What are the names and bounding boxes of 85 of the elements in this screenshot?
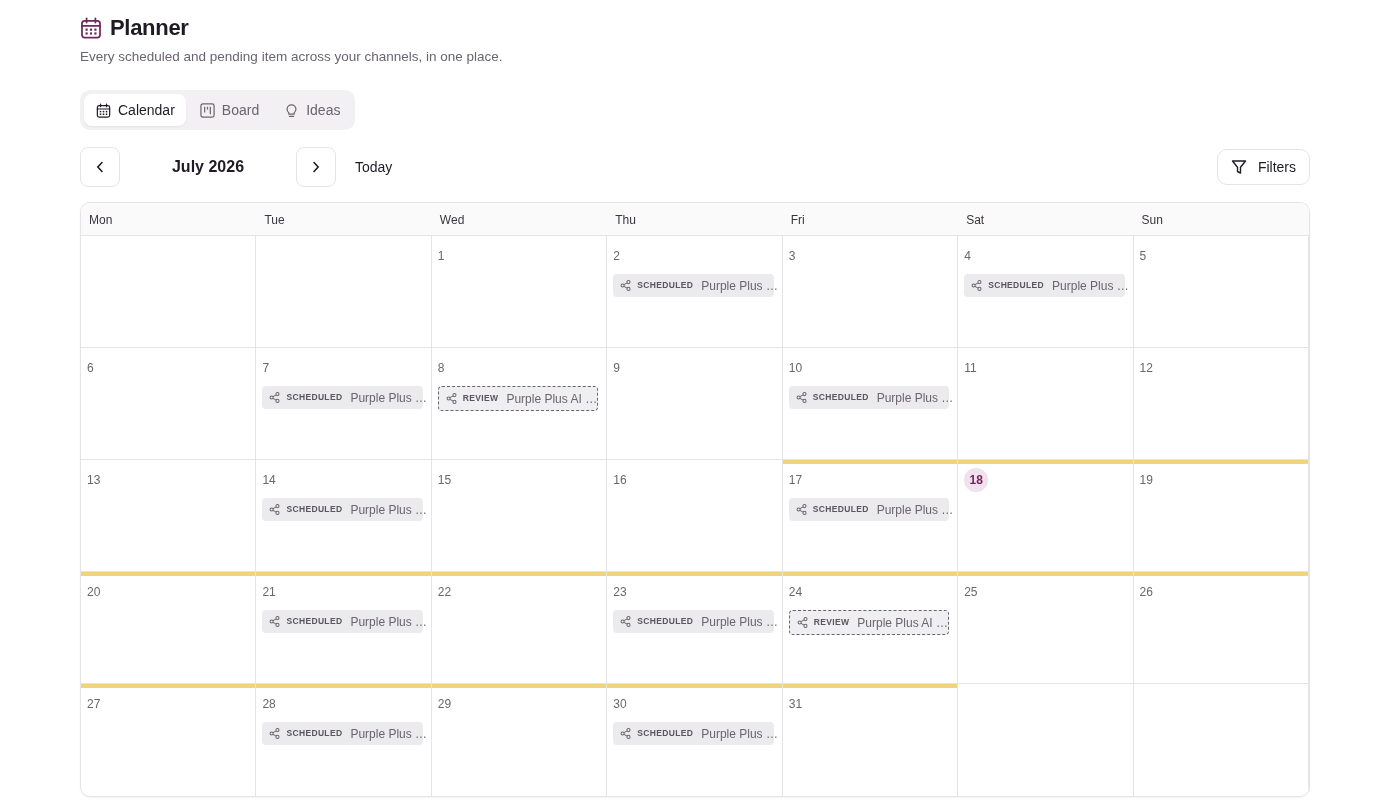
weekday-header: Sun (1133, 203, 1309, 236)
weekday-header: Mon (81, 203, 257, 236)
scheduled-event-chip[interactable]: SCHEDULED Purple Plus … (788, 386, 950, 409)
day-number: 19 (1139, 473, 1153, 487)
day-number: 5 (1139, 249, 1147, 263)
share-icon (269, 616, 281, 627)
day-number: 6 (87, 361, 94, 375)
event-status: REVIEW (462, 392, 499, 405)
day-number: 20 (87, 585, 101, 599)
filter-icon (1230, 159, 1247, 175)
day-number: 28 (262, 697, 276, 711)
day-number: 25 (964, 585, 978, 599)
calendar-icon (96, 102, 111, 118)
weekday-header: Sat (958, 203, 1134, 236)
event-status: SCHEDULED (812, 503, 869, 516)
day-number: 12 (1139, 361, 1153, 375)
share-icon (620, 616, 632, 627)
weekday-header: Fri (782, 203, 959, 236)
event-status: SCHEDULED (637, 279, 694, 292)
review-event-chip[interactable]: REVIEW Purple Plus AI … (437, 386, 599, 411)
day-number: 30 (613, 697, 627, 711)
day-number: 14 (262, 473, 276, 487)
event-status: SCHEDULED (286, 503, 343, 516)
day-number: 31 (788, 697, 803, 711)
day-number: 1 (437, 249, 445, 263)
day-number: 7 (262, 361, 270, 375)
review-event-chip[interactable]: REVIEW Purple Plus AI … (788, 610, 950, 635)
calendar-icon (80, 17, 102, 39)
previous-month-button[interactable] (80, 147, 120, 187)
share-icon (620, 280, 632, 291)
board-icon (199, 102, 215, 118)
day-number: 22 (437, 585, 452, 599)
day-number: 29 (437, 697, 452, 711)
today-button[interactable]: Today (355, 156, 393, 178)
day-number: 23 (613, 585, 627, 599)
view-tab[interactable]: Calendar (84, 94, 186, 126)
share-icon (269, 392, 281, 403)
chevron-left-icon (96, 161, 104, 173)
share-icon (269, 504, 281, 515)
event-status: SCHEDULED (286, 391, 343, 404)
scheduled-event-chip[interactable]: SCHEDULED Purple Plus … (788, 498, 950, 521)
day-number: 2 (613, 249, 620, 263)
share-icon (620, 728, 632, 739)
weekday-header: Thu (607, 203, 783, 236)
day-number: 21 (262, 585, 276, 599)
share-icon (795, 504, 807, 515)
event-status: SCHEDULED (988, 279, 1045, 292)
day-number: 11 (964, 361, 977, 375)
next-month-button[interactable] (296, 147, 336, 187)
weekday-header: Wed (431, 203, 608, 236)
day-number: 3 (788, 249, 796, 263)
day-number: 15 (437, 473, 452, 487)
view-tab[interactable]: Ideas (272, 94, 352, 126)
page-subtitle: Every scheduled and pending item across your channels, in one place. (80, 48, 504, 66)
share-icon (971, 280, 983, 291)
day-number: 13 (87, 473, 101, 487)
event-status: SCHEDULED (812, 391, 869, 404)
day-number: 10 (788, 361, 803, 375)
event-status: SCHEDULED (637, 727, 694, 740)
day-number: 9 (613, 361, 620, 375)
page-title: Planner (110, 14, 189, 42)
share-icon (796, 617, 808, 628)
view-tab[interactable]: Board (187, 94, 271, 126)
day-number: 16 (613, 473, 627, 487)
day-number: 4 (964, 249, 971, 263)
day-number: 17 (788, 473, 803, 487)
event-status: SCHEDULED (637, 615, 694, 628)
chevron-right-icon (312, 161, 320, 173)
weekday-header: Tue (256, 203, 432, 236)
event-status: REVIEW (813, 616, 850, 629)
share-icon (795, 392, 807, 403)
event-title: Purple Plus AI … (857, 614, 948, 632)
month-label: July 2026 (170, 157, 246, 177)
day-number: 27 (87, 697, 101, 711)
day-number: 24 (788, 585, 803, 599)
filters-button[interactable]: Filters (1216, 149, 1310, 185)
share-icon (445, 393, 457, 404)
event-status: SCHEDULED (286, 615, 343, 628)
event-status: SCHEDULED (286, 727, 343, 740)
share-icon (269, 728, 281, 739)
today-date-marker: 18 (964, 468, 989, 492)
scheduled-event-chip[interactable]: SCHEDULED Purple Plus … (964, 274, 1125, 297)
event-title: Purple Plus AI … (506, 390, 598, 408)
day-number: 26 (1139, 585, 1153, 599)
day-number: 8 (437, 361, 445, 375)
